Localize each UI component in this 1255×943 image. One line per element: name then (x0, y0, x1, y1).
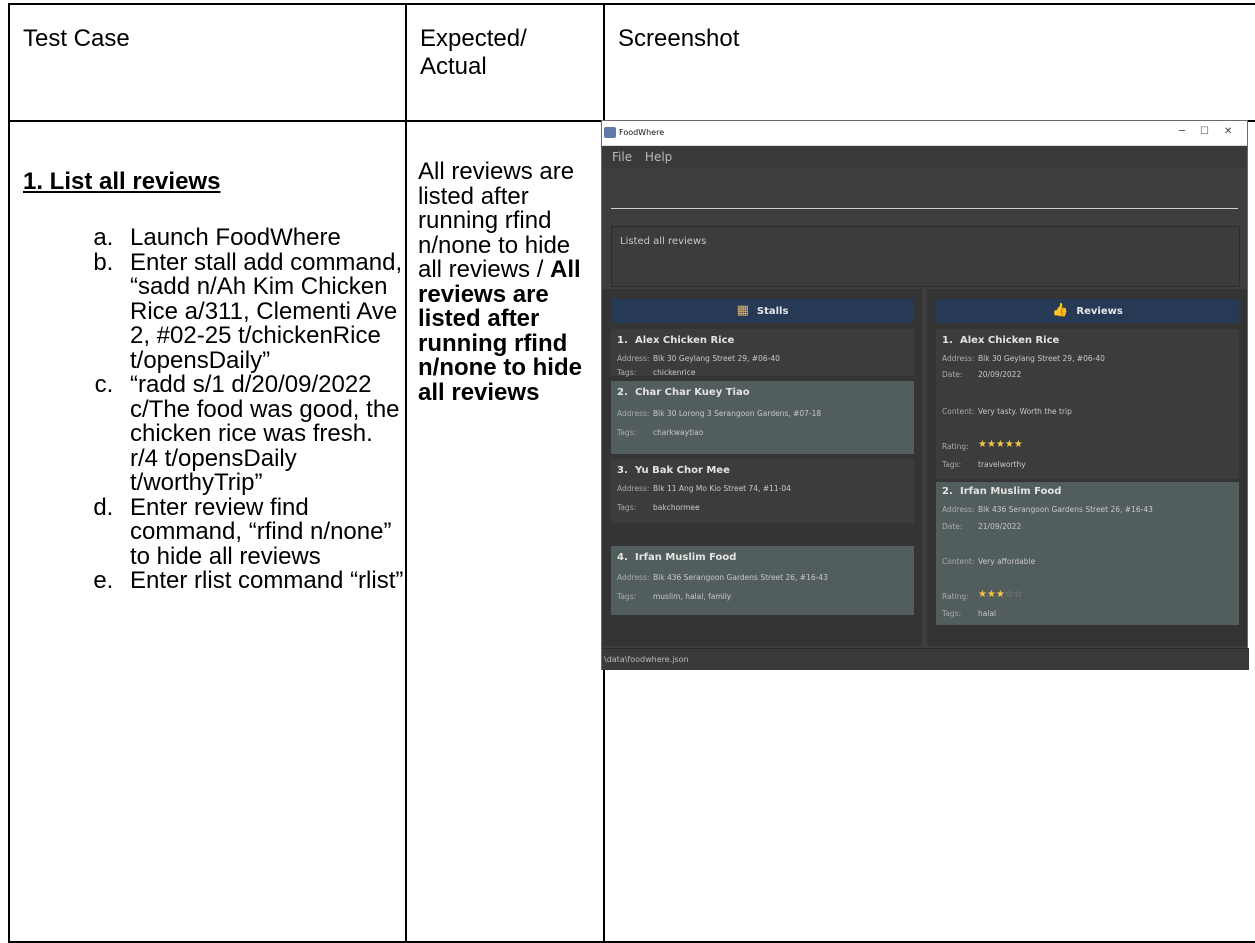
window-title: FoodWhere (619, 128, 665, 137)
menu-file[interactable]: File (612, 146, 632, 168)
review-tags: travelworthy (978, 460, 1026, 469)
review-rating: ★★★★★ (978, 439, 1023, 450)
stall-tags: charkwaytiao (653, 428, 704, 437)
stall-icon: ▦ (736, 303, 749, 318)
review-card[interactable]: 1. Alex Chicken Rice Address: Blk 30 Geyla… (936, 329, 1239, 479)
header-test-case: Test Case (8, 3, 407, 122)
stall-card[interactable]: 4. Irfan Muslim Food Address: Blk 436 Sera… (611, 546, 914, 615)
review-content: Very affordable (978, 557, 1036, 566)
reviews-panel: 👍 Reviews 1. Alex Chicken Rice Address: Blk… (927, 289, 1247, 646)
stall-address: Blk 11 Ang Mo Kio Street 74, #11-04 (653, 484, 791, 493)
stall-tags: chickenrice (653, 368, 696, 377)
close-icon[interactable]: ✕ (1224, 126, 1232, 137)
review-address: Blk 436 Serangoon Gardens Street 26, #16… (978, 505, 1153, 514)
stall-address: Blk 30 Lorong 3 Serangoon Gardens, #07-1… (653, 409, 822, 418)
review-tags: halal (978, 609, 997, 618)
step-item: Enter rlist command “rlist” (120, 568, 405, 594)
stall-name: 4. Irfan Muslim Food (617, 552, 737, 563)
test-steps: Launch FoodWhere Enter stall add command… (10, 225, 405, 594)
review-rating: ★★★☆☆ (978, 589, 1023, 600)
review-name: 1. Alex Chicken Rice (942, 335, 1060, 346)
stall-name: 3. Yu Bak Chor Mee (617, 465, 730, 476)
test-case-cell: 1. List all reviews Launch FoodWhere Ent… (8, 120, 407, 943)
menu-help[interactable]: Help (645, 146, 672, 168)
stall-address: Blk 436 Serangoon Gardens Street 26, #16… (653, 573, 828, 582)
expected-actual-text: All reviews are listed after running rfi… (407, 122, 603, 405)
stall-name: 2. Char Char Kuey Tiao (617, 387, 750, 398)
stall-card[interactable]: 2. Char Char Kuey Tiao Address: Blk 30 Lor… (611, 381, 914, 454)
step-item: “radd s/1 d/20/09/2022 c/The food was go… (120, 372, 405, 496)
stall-card[interactable]: 3. Yu Bak Chor Mee Address: Blk 11 Ang Mo … (611, 459, 914, 523)
thumbs-up-icon: 👍 (1052, 303, 1069, 318)
menu-bar: File Help (602, 146, 1247, 168)
reviews-header: 👍 Reviews (936, 299, 1239, 323)
stall-tags: bakchormee (653, 503, 700, 512)
review-date: 20/09/2022 (978, 370, 1022, 379)
stalls-panel: ▦ Stalls 1. Alex Chicken Rice Address: Blk … (602, 289, 922, 646)
foodwhere-window: FoodWhere ─ ☐ ✕ File Help Listed all rev… (601, 120, 1249, 670)
step-item: Enter review find command, “rfind n/none… (120, 495, 405, 570)
stall-tags: muslim, halal, family (653, 592, 732, 601)
test-case-title: 1. List all reviews (23, 168, 221, 195)
review-date: 21/09/2022 (978, 522, 1022, 531)
stall-card[interactable]: 1. Alex Chicken Rice Address: Blk 30 Geyla… (611, 329, 914, 377)
stalls-header: ▦ Stalls (611, 299, 914, 323)
review-card[interactable]: 2. Irfan Muslim Food Address: Blk 436 Sera… (936, 482, 1239, 625)
window-titlebar: FoodWhere ─ ☐ ✕ (602, 121, 1247, 146)
review-name: 2. Irfan Muslim Food (942, 486, 1062, 497)
header-screenshot: Screenshot (603, 3, 1255, 122)
step-item: Enter stall add command, “sadd n/Ah Kim … (120, 250, 405, 374)
maximize-icon[interactable]: ☐ (1200, 126, 1209, 137)
status-bar: \data\foodwhere.json (602, 648, 1249, 670)
app-logo-icon (604, 127, 616, 138)
header-expected-actual: Expected/ Actual (405, 3, 605, 122)
stall-name: 1. Alex Chicken Rice (617, 335, 735, 346)
minimize-icon[interactable]: ─ (1179, 126, 1185, 137)
result-text: Listed all reviews (620, 236, 707, 247)
review-address: Blk 30 Geylang Street 29, #06-40 (978, 354, 1105, 363)
expected-actual-cell: All reviews are listed after running rfi… (405, 120, 605, 943)
result-display: Listed all reviews (611, 226, 1240, 287)
stall-address: Blk 30 Geylang Street 29, #06-40 (653, 354, 780, 363)
reviews-title: Reviews (1076, 306, 1123, 317)
step-item: Launch FoodWhere (120, 225, 405, 251)
stalls-title: Stalls (756, 306, 789, 317)
review-content: Very tasty. Worth the trip (978, 407, 1072, 416)
command-input[interactable] (611, 171, 1238, 209)
